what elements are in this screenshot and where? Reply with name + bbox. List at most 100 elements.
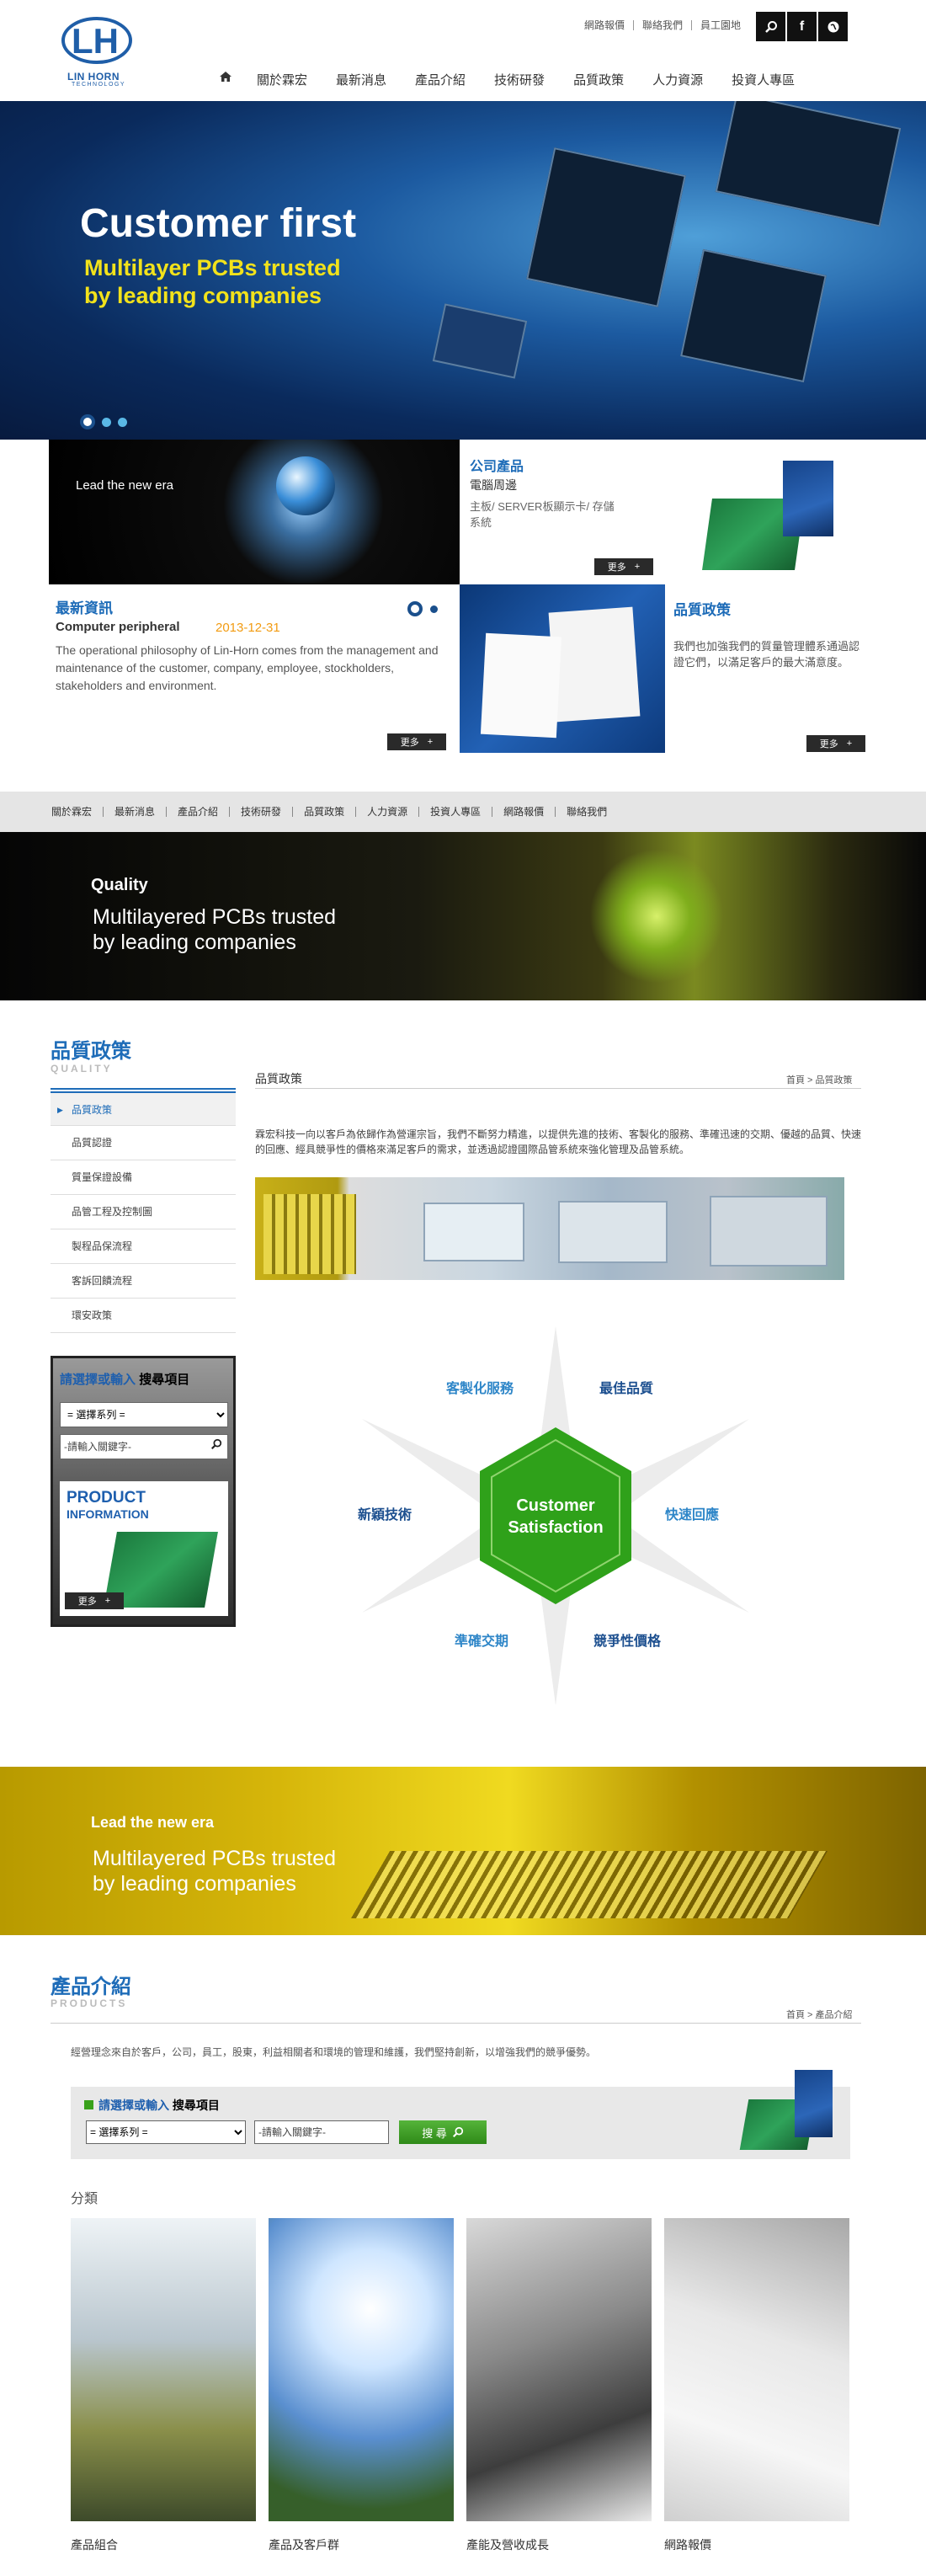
sub-nav-bar: 關於霖宏 最新消息 產品介紹 技術研發 品質政策 人力資源 投資人專區 網路報價… [0, 792, 926, 832]
search-title: 請選擇或輸入 搜尋項目 [60, 1373, 190, 1387]
products-search-title: 請選擇或輸入 搜尋項目 [84, 2097, 220, 2114]
sidebar-search-box: 請選擇或輸入 搜尋項目 = 選擇系列 = -請輸入關鍵字- PRODUCT IN… [51, 1356, 236, 1627]
svg-text:LH: LH [72, 21, 119, 61]
sidebar-item-qc-engineering[interactable]: 品管工程及控制圖 [51, 1195, 236, 1229]
product-more-button[interactable]: 更多 + [594, 558, 653, 575]
category-caption[interactable]: 產品及客戶群 [269, 2536, 339, 2553]
globe-graphic [276, 456, 335, 515]
news-more-button[interactable]: 更多 + [387, 733, 446, 750]
category-tile-customers[interactable] [269, 2218, 454, 2521]
banner-text: Multilayered PCBs trusted by leading comp… [93, 905, 337, 954]
top-links: 網路報價 聯絡我們 員工園地 [576, 20, 749, 30]
sidebar-item-environment[interactable]: 環安政策 [51, 1299, 236, 1333]
sidebar-item-qa-equipment[interactable]: 質量保證設備 [51, 1160, 236, 1195]
category-tile-quote[interactable] [664, 2218, 849, 2521]
nav-products[interactable]: 產品介紹 [401, 71, 480, 88]
product-info-more-button[interactable]: 更多 + [65, 1592, 124, 1609]
search-icon[interactable] [210, 1435, 222, 1459]
banner-text: Multilayered PCBs trusted by leading comp… [93, 1847, 337, 1896]
products-subtitle: PRODUCTS [51, 1997, 128, 2009]
slider-dot[interactable] [102, 417, 111, 427]
category-label: 分類 [71, 2192, 98, 2206]
product-subtitle: 電腦周邊 [470, 478, 517, 492]
subnav-investors[interactable]: 投資人專區 [419, 807, 493, 817]
quality-more-button[interactable]: 更多 + [806, 735, 865, 752]
sidebar-item-complaint-flow[interactable]: 客訴回饋流程 [51, 1264, 236, 1299]
subnav-about[interactable]: 關於霖宏 [40, 807, 104, 817]
breadcrumb: 首頁 > 品質政策 [786, 1075, 853, 1085]
nav-about[interactable]: 關於霖宏 [242, 71, 322, 88]
nav-investors[interactable]: 投資人專區 [717, 71, 809, 88]
category-tile-capacity[interactable] [466, 2218, 652, 2521]
category-caption[interactable]: 產品組合 [71, 2536, 118, 2553]
category-tile-product-mix[interactable] [71, 2218, 256, 2521]
products-keyword-input[interactable]: -請輸入關鍵字- [254, 2120, 389, 2144]
products-divider [51, 2023, 861, 2024]
slider-dot[interactable] [118, 417, 127, 427]
top-link-contact[interactable]: 聯絡我們 [634, 20, 692, 30]
subnav-quality[interactable]: 品質政策 [293, 807, 357, 817]
sprout-glow-graphic [589, 849, 724, 984]
hero-chip-graphic [432, 303, 528, 379]
nav-quality[interactable]: 品質政策 [559, 71, 638, 88]
subnav-news[interactable]: 最新消息 [104, 807, 168, 817]
products-search-button[interactable]: 搜 尋 [399, 2120, 487, 2144]
products-series-select[interactable]: = 選擇系列 = [86, 2120, 246, 2144]
lead-caption: Lead the new era [76, 478, 173, 493]
subnav-contact[interactable]: 聯絡我們 [556, 807, 618, 817]
logo-mark-icon: LH [61, 17, 132, 64]
slider-dot[interactable] [80, 414, 95, 429]
news-date: 2013-12-31 [216, 621, 280, 635]
plus-icon [84, 2100, 93, 2109]
category-caption[interactable]: 產能及營收成長 [466, 2536, 549, 2553]
hero-chip-graphic [526, 147, 686, 307]
hero-headline: Customer first [80, 201, 357, 246]
spoke-customized-service: 客製化服務 [446, 1382, 514, 1396]
lead-banner: Lead the new era Multilayered PCBs trust… [0, 1767, 926, 1935]
breadcrumb-current: 產品介紹 [815, 2010, 853, 2020]
products-title: 產品介紹 [51, 1976, 131, 1998]
breadcrumb-home[interactable]: 首頁 [786, 2010, 805, 2020]
keyword-input[interactable]: -請輸入關鍵字- [60, 1434, 228, 1459]
home-icon[interactable] [209, 71, 242, 88]
product-description: 主板/ SERVER板顯示卡/ 存儲系統 [470, 500, 615, 529]
banner-tag: Quality [91, 876, 148, 894]
sidebar-menu: 品質政策 品質認證 質量保證設備 品管工程及控制圖 製程品保流程 客訴回饋流程 … [51, 1091, 236, 1333]
logo-text: LIN HORN [67, 71, 120, 83]
sidebar-item-process-qa[interactable]: 製程品保流程 [51, 1229, 236, 1264]
factory-image [255, 1177, 844, 1280]
products-intro: 經營理念來自於客戶，公司，員工，股東，利益相關者和環境的管理和維護，我們堅持創新… [71, 2046, 597, 2058]
sidebar-item-certification[interactable]: 品質認證 [51, 1126, 236, 1160]
top-link-quote[interactable]: 網路報價 [576, 20, 634, 30]
series-select[interactable]: = 選擇系列 = [60, 1402, 228, 1427]
product-information-card[interactable]: PRODUCT INFORMATION 更多 + [60, 1481, 228, 1616]
quality-paragraph: 霖宏科技一向以客戶為依歸作為營運宗旨，我們不斷努力精進，以提供先進的技術、客製化… [255, 1128, 862, 1155]
news-item[interactable]: Computer peripheral [56, 620, 180, 634]
subnav-quote[interactable]: 網路報價 [492, 807, 556, 817]
globe-icon[interactable] [818, 12, 848, 41]
sidebar-item-quality-policy[interactable]: 品質政策 [51, 1091, 236, 1127]
subnav-hr[interactable]: 人力資源 [356, 807, 420, 817]
certificate-image [460, 584, 665, 753]
news-dot[interactable] [430, 605, 438, 613]
nav-news[interactable]: 最新消息 [322, 71, 401, 88]
category-caption[interactable]: 網路報價 [664, 2536, 711, 2553]
news-body: The operational philosophy of Lin-Horn c… [56, 643, 439, 692]
quality-banner: Quality Multilayered PCBs trusted by lead… [0, 832, 926, 1000]
main-nav: 關於霖宏 最新消息 產品介紹 技術研發 品質政策 人力資源 投資人專區 [209, 71, 809, 88]
breadcrumb-home[interactable]: 首頁 [786, 1075, 805, 1085]
content-heading: 品質政策 [255, 1072, 302, 1085]
news-dot-active[interactable] [407, 601, 423, 616]
nav-hr[interactable]: 人力資源 [638, 71, 717, 88]
search-icon[interactable] [756, 12, 785, 41]
facebook-icon[interactable]: f [787, 12, 817, 41]
subnav-technology[interactable]: 技術研發 [230, 807, 294, 817]
breadcrumb-current: 品質政策 [815, 1075, 853, 1085]
nav-technology[interactable]: 技術研發 [480, 71, 559, 88]
sidebar-subtitle: QUALITY [51, 1063, 113, 1075]
logo-subtext: TECHNOLOGY [72, 82, 126, 88]
subnav-products[interactable]: 產品介紹 [167, 807, 231, 817]
hero-chip-graphic [680, 248, 827, 383]
top-link-employee[interactable]: 員工園地 [692, 20, 749, 30]
spoke-new-technology: 新穎技術 [358, 1508, 412, 1523]
